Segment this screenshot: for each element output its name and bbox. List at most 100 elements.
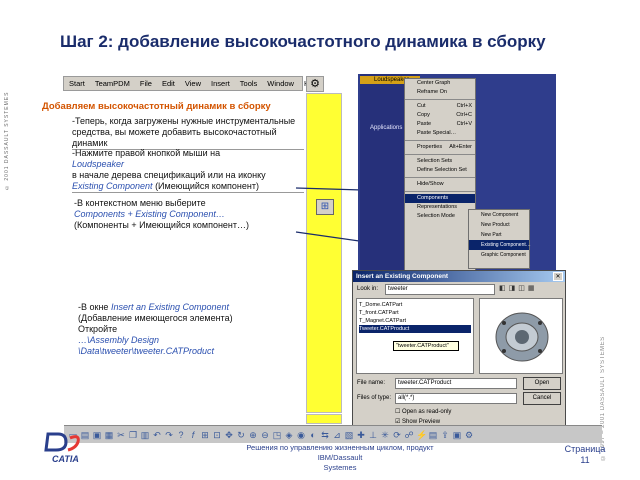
zoom-out-icon[interactable]: ⊖ xyxy=(260,430,270,440)
nav-buttons[interactable]: ◧◨◫▦ xyxy=(499,284,561,295)
footer-line-2: Systemes xyxy=(323,463,357,472)
ctx-define-selection-set[interactable]: Define Selection Set xyxy=(405,166,475,175)
file-list: T_Dome.CATPart T_front.CATPart T_Magnet.… xyxy=(356,298,474,374)
tree-icon[interactable]: ⊞ xyxy=(200,430,210,440)
ctx-center-graph[interactable]: Center Graph xyxy=(405,79,475,88)
render-icon[interactable]: ◉ xyxy=(296,430,306,440)
dialog-title: Insert an Existing Component xyxy=(353,271,565,282)
file-item-selected[interactable]: Tweeter.CATProduct xyxy=(359,325,471,333)
footer-line-1: Решения по управлению жизненным циклом, … xyxy=(246,443,434,462)
constraint-icon[interactable]: ⊥ xyxy=(368,430,378,440)
pan-icon[interactable]: ✥ xyxy=(224,430,234,440)
menu-edit[interactable]: Edit xyxy=(157,79,180,88)
file-type-select[interactable]: all(*.*) xyxy=(395,393,517,404)
show-preview-checkbox[interactable]: ☑ Show Preview xyxy=(395,418,440,425)
sub-graphic-component[interactable]: Graphic Component xyxy=(469,250,529,260)
ctx-separator xyxy=(405,140,475,141)
views-icon[interactable]: ◈ xyxy=(284,430,294,440)
sub-new-product[interactable]: New Product xyxy=(469,220,529,230)
ctx-paste-shortcut: Ctrl+V xyxy=(456,121,472,127)
ctx-cut-shortcut: Ctrl+X xyxy=(456,103,472,109)
menu-view[interactable]: View xyxy=(180,79,206,88)
options-icon[interactable]: ⚙ xyxy=(464,430,474,440)
cut-icon[interactable]: ✂ xyxy=(116,430,126,440)
readonly-checkbox[interactable]: ☐ Open as read-only xyxy=(395,408,451,415)
instruction-4-line1: -В окне xyxy=(78,302,109,312)
ctx-reframe-on[interactable]: Reframe On xyxy=(405,88,475,97)
fit-icon[interactable]: ⊡ xyxy=(212,430,222,440)
snap-icon[interactable]: ✚ xyxy=(356,430,366,440)
open-button[interactable]: Open xyxy=(523,377,561,390)
ctx-copy[interactable]: Copy Ctrl+C xyxy=(405,111,475,120)
menu-insert[interactable]: Insert xyxy=(206,79,235,88)
ctx-cut-label: Cut xyxy=(417,103,426,109)
normal-view-icon[interactable]: ◳ xyxy=(272,430,282,440)
file-item[interactable]: T_front.CATPart xyxy=(359,309,471,317)
close-icon[interactable]: ✕ xyxy=(553,272,563,281)
save-mgmt-icon[interactable]: ▣ xyxy=(452,430,462,440)
ctx-separator xyxy=(405,191,475,192)
save-icon[interactable]: ▣ xyxy=(92,430,102,440)
ctx-properties-label: Properties xyxy=(417,144,443,150)
redo-icon[interactable]: ↷ xyxy=(164,430,174,440)
rotate-icon[interactable]: ↻ xyxy=(236,430,246,440)
ctx-selection-sets[interactable]: Selection Sets xyxy=(405,157,475,166)
look-in-select[interactable]: tweeter xyxy=(385,284,495,295)
gear-icon[interactable]: ⚙ xyxy=(306,76,324,92)
explode-icon[interactable]: ✳ xyxy=(380,430,390,440)
look-in-label: Look in: xyxy=(357,286,379,292)
existing-component-icon[interactable]: ⊞ xyxy=(316,199,334,215)
menu-teampdm[interactable]: TeamPDM xyxy=(90,79,135,88)
cancel-button[interactable]: Cancel xyxy=(523,392,561,405)
menu-file[interactable]: File xyxy=(135,79,157,88)
loudspeaker-link: Loudspeaker xyxy=(72,159,125,169)
menu-tools[interactable]: Tools xyxy=(235,79,263,88)
ctx-paste-label: Paste xyxy=(417,121,432,127)
manipulate-icon[interactable]: ☍ xyxy=(404,430,414,440)
ctx-paste[interactable]: Paste Ctrl+V xyxy=(405,120,475,129)
file-type-label: Files of type: xyxy=(357,395,392,401)
ctx-properties[interactable]: Properties Alt+Enter xyxy=(405,143,475,152)
copy-icon[interactable]: ❐ xyxy=(128,430,138,440)
footer-text: Решения по управлению жизненным циклом, … xyxy=(240,443,440,473)
swap-icon[interactable]: ⇆ xyxy=(320,430,330,440)
update-icon[interactable]: ⟳ xyxy=(392,430,402,440)
ctx-properties-shortcut: Alt+Enter xyxy=(449,144,472,150)
page-number: 11 xyxy=(580,455,590,465)
catia-logo: CATIA xyxy=(52,454,79,464)
publish-icon[interactable]: ⇪ xyxy=(440,430,450,440)
ctx-selection-mode[interactable]: Selection Mode xyxy=(405,212,475,221)
clash-icon[interactable]: ⚡ xyxy=(416,430,427,440)
sub-new-component[interactable]: New Component xyxy=(469,210,529,220)
zoom-in-icon[interactable]: ⊕ xyxy=(248,430,258,440)
instruction-2: -Нажмите правой кнопкой мыши на Loudspea… xyxy=(72,148,304,193)
ctx-copy-label: Copy xyxy=(417,112,430,118)
page-label: Страница xyxy=(564,444,606,454)
file-item[interactable]: T_Magnet.CATPart xyxy=(359,317,471,325)
menu-window[interactable]: Window xyxy=(262,79,299,88)
ctx-separator xyxy=(405,99,475,100)
ctx-representations[interactable]: Representations xyxy=(405,203,475,212)
catalog-icon[interactable]: ▤ xyxy=(428,430,438,440)
print-icon[interactable]: ▦ xyxy=(104,430,114,440)
hide-icon[interactable]: ◐ xyxy=(308,430,318,440)
measure-icon[interactable]: ⊿ xyxy=(332,430,342,440)
ctx-paste-special[interactable]: Paste Special… xyxy=(405,129,475,138)
paste-icon[interactable]: ▥ xyxy=(140,430,150,440)
instruction-3-line1: -В контекстном меню выберите xyxy=(74,198,206,208)
ctx-hide-show[interactable]: Hide/Show xyxy=(405,180,475,189)
file-item[interactable]: T_Dome.CATPart xyxy=(359,301,471,309)
instruction-2-line2: в начале дерева спецификаций или на икон… xyxy=(72,170,266,180)
instruction-4-line3: Откройте xyxy=(78,324,118,334)
fx-icon[interactable]: f xyxy=(188,430,198,440)
sub-new-part[interactable]: New Part xyxy=(469,230,529,240)
ctx-cut[interactable]: Cut Ctrl+X xyxy=(405,102,475,111)
undo-icon[interactable]: ↶ xyxy=(152,430,162,440)
ctx-components[interactable]: Components xyxy=(405,194,475,203)
help-icon[interactable]: ? xyxy=(176,430,186,440)
instruction-3-line2: (Компоненты + Имеющийся компонент…) xyxy=(74,220,250,230)
section-icon[interactable]: ▧ xyxy=(344,430,354,440)
menu-start[interactable]: Start xyxy=(64,79,90,88)
file-name-input[interactable]: tweeter.CATProduct xyxy=(395,378,517,389)
sub-existing-component[interactable]: Existing Component… xyxy=(469,240,531,250)
